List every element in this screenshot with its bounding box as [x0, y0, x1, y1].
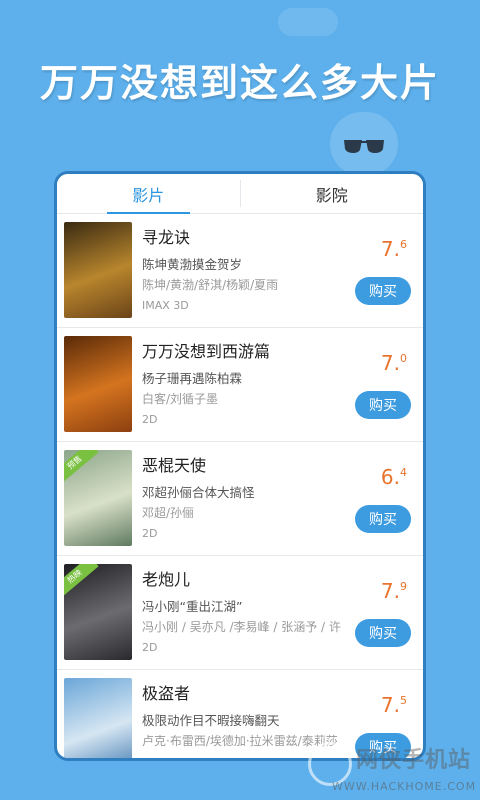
- movie-list-item[interactable]: 寻龙诀 陈坤黄渤摸金贺岁 陈坤/黄渤/舒淇/杨颖/夏雨 IMAX 3D 7.6 …: [57, 214, 423, 328]
- movie-poster[interactable]: [64, 336, 132, 432]
- sunglasses-icon: [344, 140, 384, 153]
- buy-ticket-button[interactable]: 购买: [355, 505, 411, 533]
- movie-score: 7.5: [381, 690, 407, 716]
- movie-tagline: 冯小刚“重出江湖”: [142, 599, 243, 614]
- score-decimal: 6: [400, 238, 407, 251]
- tab-movies-label: 影片: [132, 185, 165, 205]
- watermark-url: WWW.HACKHOME.COM: [332, 780, 477, 793]
- movie-poster[interactable]: 热映: [64, 564, 132, 660]
- poster-ribbon-badge: 热映: [64, 564, 99, 599]
- movie-tagline: 邓超孙俪合体大搞怪: [142, 485, 255, 500]
- buy-ticket-button[interactable]: 购买: [355, 619, 411, 647]
- movie-list: 寻龙诀 陈坤黄渤摸金贺岁 陈坤/黄渤/舒淇/杨颖/夏雨 IMAX 3D 7.6 …: [57, 214, 423, 758]
- movie-score: 6.4: [381, 462, 407, 488]
- score-integer: 6.: [380, 465, 400, 489]
- movie-score: 7.6: [381, 234, 407, 260]
- movie-score: 7.0: [381, 348, 407, 374]
- score-integer: 7.: [380, 579, 400, 603]
- movie-info: 恶棍天使 邓超孙俪合体大搞怪 邓超/孙俪 2D: [142, 450, 415, 555]
- cloud-decoration: [278, 8, 338, 36]
- movie-info: 寻龙诀 陈坤黄渤摸金贺岁 陈坤/黄渤/舒淇/杨颖/夏雨 IMAX 3D: [142, 222, 415, 327]
- site-watermark: 网侠手机站 WWW.HACKHOME.COM: [304, 738, 480, 800]
- movie-title[interactable]: 老炮儿: [142, 570, 415, 590]
- tab-bar: 影片 影院: [57, 174, 423, 214]
- movie-cast: 陈坤/黄渤/舒淇/杨颖/夏雨: [142, 278, 279, 292]
- phone-screen: 影片 影院 寻龙诀 陈坤黄渤摸金贺岁 陈坤/黄渤/舒淇/杨颖/夏雨 IMAX 3…: [54, 171, 426, 761]
- score-decimal: 4: [400, 466, 407, 479]
- poster-ribbon-badge: 预售: [64, 450, 99, 485]
- promo-headline: 万万没想到这么多大片: [39, 61, 440, 105]
- movie-tagline: 杨子珊再遇陈柏霖: [142, 371, 243, 386]
- movie-cast: 冯小刚 / 吴亦凡 /李易峰 / 张涵予 / 许...: [142, 620, 342, 634]
- movie-title[interactable]: 寻龙诀: [142, 228, 415, 248]
- buy-ticket-button[interactable]: 购买: [355, 277, 411, 305]
- buy-ticket-button[interactable]: 购买: [355, 391, 411, 419]
- movie-list-item[interactable]: 万万没想到西游篇 杨子珊再遇陈柏霖 白客/刘循子墨 2D 7.0 购买: [57, 328, 423, 442]
- score-decimal: 5: [400, 694, 407, 707]
- score-integer: 7.: [380, 237, 400, 261]
- movie-title[interactable]: 极盗者: [142, 684, 415, 704]
- tab-cinemas[interactable]: 影院: [241, 174, 424, 213]
- movie-cast: 白客/刘循子墨: [142, 392, 219, 406]
- score-integer: 7.: [380, 351, 400, 375]
- movie-info: 老炮儿 冯小刚“重出江湖” 冯小刚 / 吴亦凡 /李易峰 / 张涵予 / 许..…: [142, 564, 415, 669]
- watermark-text: 网侠手机站: [356, 748, 472, 773]
- movie-title[interactable]: 万万没想到西游篇: [142, 342, 415, 362]
- movie-title[interactable]: 恶棍天使: [142, 456, 415, 476]
- movie-list-item[interactable]: 预售 恶棍天使 邓超孙俪合体大搞怪 邓超/孙俪 2D 6.4 购买: [57, 442, 423, 556]
- movie-tagline: 极限动作目不暇接嗨翻天: [142, 713, 280, 728]
- tab-cinemas-label: 影院: [315, 185, 348, 205]
- tab-movies[interactable]: 影片: [57, 174, 240, 214]
- movie-info: 万万没想到西游篇 杨子珊再遇陈柏霖 白客/刘循子墨 2D: [142, 336, 415, 441]
- movie-list-item[interactable]: 热映 老炮儿 冯小刚“重出江湖” 冯小刚 / 吴亦凡 /李易峰 / 张涵予 / …: [57, 556, 423, 670]
- score-integer: 7.: [380, 693, 400, 717]
- movie-poster[interactable]: [64, 678, 132, 758]
- movie-poster[interactable]: [64, 222, 132, 318]
- score-decimal: 0: [400, 352, 407, 365]
- movie-score: 7.9: [381, 576, 407, 602]
- movie-tagline: 陈坤黄渤摸金贺岁: [142, 257, 243, 272]
- movie-cast: 邓超/孙俪: [142, 506, 195, 520]
- movie-poster[interactable]: 预售: [64, 450, 132, 546]
- score-decimal: 9: [400, 580, 407, 593]
